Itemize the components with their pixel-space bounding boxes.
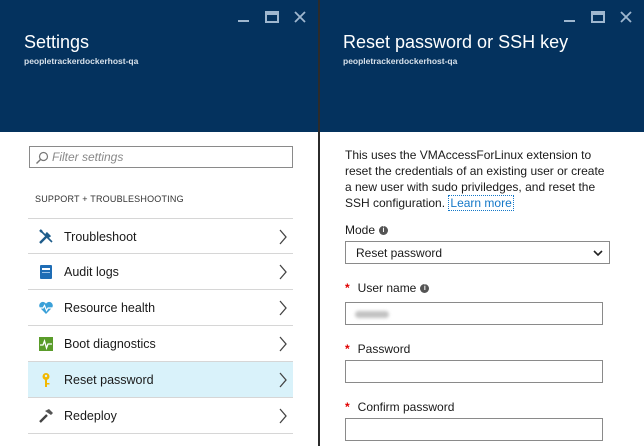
info-icon[interactable]: i <box>379 225 389 235</box>
minimize-icon[interactable] <box>562 9 578 25</box>
resource-subtitle: peopletrackerdockerhost-qa <box>24 56 139 66</box>
reset-window-controls <box>562 9 634 25</box>
settings-blade: Settings peopletrackerdockerhost-qa SUPP… <box>0 0 318 446</box>
key-icon <box>42 373 50 387</box>
chevron-down-icon <box>593 250 603 257</box>
menu-item-label: Resource health <box>64 301 156 315</box>
menu-item-redeploy[interactable]: Redeploy <box>28 398 293 434</box>
search-icon <box>36 151 49 164</box>
wrench-screwdriver-icon <box>39 229 53 244</box>
username-label-row: * User name i <box>345 281 430 295</box>
password-label-row: * Password <box>345 342 410 356</box>
chevron-right-icon <box>279 336 287 352</box>
diagnostics-chart-icon <box>39 337 53 351</box>
username-input[interactable] <box>345 302 603 325</box>
menu-item-audit-logs[interactable]: Audit logs <box>28 254 293 290</box>
username-label: User name <box>357 281 417 295</box>
heart-pulse-icon <box>39 301 53 314</box>
mode-dropdown[interactable]: Reset password <box>345 241 610 264</box>
hammer-icon <box>39 409 53 423</box>
confirm-password-input[interactable] <box>345 418 603 441</box>
menu-item-troubleshoot[interactable]: Troubleshoot <box>28 218 293 254</box>
filter-settings-input[interactable] <box>52 150 287 164</box>
menu-item-label: Redeploy <box>64 409 117 423</box>
menu-item-resource-health[interactable]: Resource health <box>28 290 293 326</box>
close-icon[interactable] <box>618 9 634 25</box>
learn-more-link[interactable]: Learn more <box>448 195 514 211</box>
settings-menu: Troubleshoot Audit logs Resource health <box>28 218 293 434</box>
chevron-right-icon <box>279 408 287 424</box>
reset-password-body: This uses the VMAccessForLinux extension… <box>320 132 644 446</box>
menu-item-label: Reset password <box>64 373 154 387</box>
password-label: Password <box>357 342 411 356</box>
maximize-icon[interactable] <box>590 9 606 25</box>
log-book-icon <box>40 265 52 279</box>
settings-window-controls <box>236 9 308 25</box>
settings-body: SUPPORT + TROUBLESHOOTING Troubleshoot <box>0 132 318 446</box>
menu-item-reset-password[interactable]: Reset password <box>28 362 293 398</box>
blade-title: Reset password or SSH key <box>343 32 569 52</box>
password-input[interactable] <box>345 360 603 383</box>
mode-selected-value: Reset password <box>356 246 443 260</box>
menu-item-label: Troubleshoot <box>64 230 137 244</box>
minimize-icon[interactable] <box>236 9 252 25</box>
reset-password-header: Reset password or SSH key peopletrackerd… <box>320 0 644 132</box>
description-text: This uses the VMAccessForLinux extension… <box>345 147 605 211</box>
mode-label-row: Mode i <box>345 223 389 237</box>
page-title: Settings <box>24 32 90 52</box>
settings-header: Settings peopletrackerdockerhost-qa <box>0 0 318 132</box>
confirm-password-label-row: * Confirm password <box>345 400 454 414</box>
chevron-right-icon <box>279 300 287 316</box>
resource-subtitle: peopletrackerdockerhost-qa <box>343 56 458 66</box>
section-heading: SUPPORT + TROUBLESHOOTING <box>35 194 184 204</box>
confirm-password-label: Confirm password <box>357 400 455 414</box>
close-icon[interactable] <box>292 9 308 25</box>
menu-item-label: Boot diagnostics <box>64 337 156 351</box>
redacted-username <box>355 311 389 318</box>
maximize-icon[interactable] <box>264 9 280 25</box>
mode-label: Mode <box>345 223 376 237</box>
chevron-right-icon <box>279 229 287 245</box>
required-asterisk: * <box>345 400 350 414</box>
menu-item-boot-diagnostics[interactable]: Boot diagnostics <box>28 326 293 362</box>
info-icon[interactable]: i <box>420 283 430 293</box>
chevron-right-icon <box>279 264 287 280</box>
required-asterisk: * <box>345 342 350 356</box>
chevron-right-icon <box>279 372 287 388</box>
filter-settings-box[interactable] <box>29 146 293 168</box>
required-asterisk: * <box>345 281 350 295</box>
menu-item-label: Audit logs <box>64 265 119 279</box>
reset-password-blade: Reset password or SSH key peopletrackerd… <box>320 0 644 446</box>
